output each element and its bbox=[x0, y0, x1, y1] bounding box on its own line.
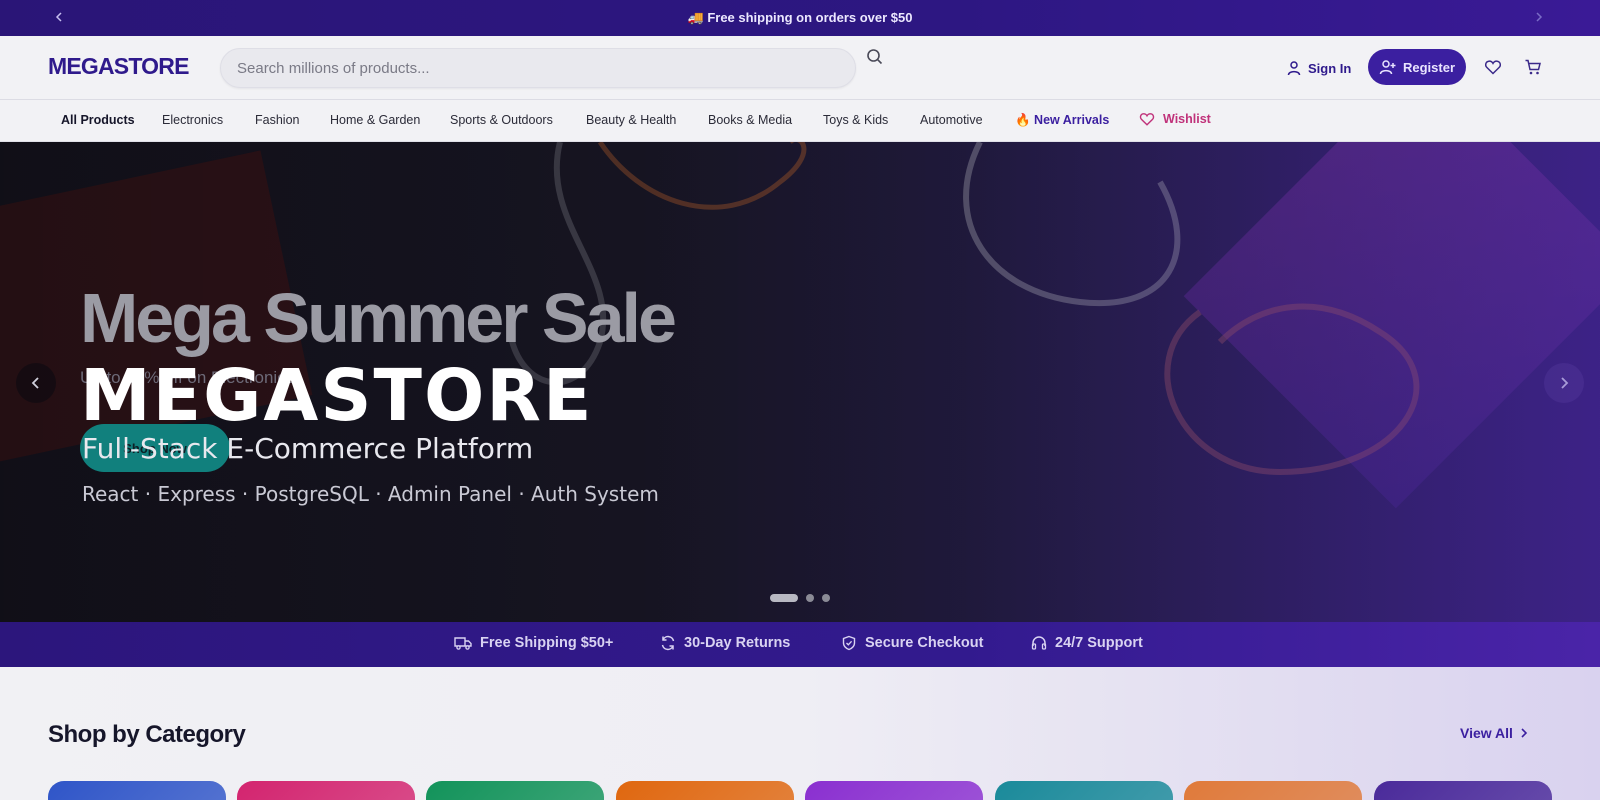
nav-item-home-garden[interactable]: Home & Garden bbox=[330, 113, 420, 127]
category-card[interactable] bbox=[48, 781, 226, 800]
nav-item-toys-kids[interactable]: Toys & Kids bbox=[823, 113, 888, 127]
slide-dot[interactable] bbox=[822, 594, 830, 602]
chevron-left-icon[interactable] bbox=[50, 9, 68, 27]
feature-label: Secure Checkout bbox=[865, 635, 984, 651]
sign-in-label: Sign In bbox=[1308, 60, 1352, 76]
user-plus-icon bbox=[1379, 60, 1396, 75]
search-icon[interactable] bbox=[866, 48, 886, 68]
feature-label: 30-Day Returns bbox=[684, 635, 791, 651]
nav-item-new-arrivals[interactable]: 🔥 New Arrivals bbox=[1015, 113, 1109, 128]
view-all-label: View All bbox=[1460, 725, 1513, 741]
heart-icon[interactable] bbox=[1484, 58, 1504, 78]
section-title: Shop by Category bbox=[48, 721, 246, 748]
hero-prev-button[interactable] bbox=[16, 363, 56, 403]
slide-dot[interactable] bbox=[806, 594, 814, 602]
nav-item-all-products[interactable]: All Products bbox=[61, 113, 135, 127]
feature-label: Free Shipping $50+ bbox=[480, 635, 614, 651]
search-bar bbox=[220, 48, 856, 88]
nav-item-wishlist[interactable]: Wishlist bbox=[1139, 111, 1211, 127]
wishlist-label: Wishlist bbox=[1163, 112, 1211, 126]
features-strip: Free Shipping $50+ 30-Day Returns Secure… bbox=[0, 622, 1600, 667]
announcement-text: 🚚 Free shipping on orders over $50 bbox=[687, 10, 913, 25]
user-icon bbox=[1287, 61, 1301, 76]
chevron-right-icon[interactable] bbox=[1530, 9, 1548, 27]
category-card[interactable] bbox=[426, 781, 604, 800]
chevron-right-icon bbox=[1561, 377, 1569, 389]
hero-tech-stack: React · Express · PostgreSQL · Admin Pan… bbox=[82, 482, 659, 506]
shield-icon bbox=[842, 635, 856, 651]
category-card[interactable] bbox=[805, 781, 983, 800]
site-header: MEGASTORE Sign In Register bbox=[0, 36, 1600, 100]
hero-slide-title: Mega Summer Sale bbox=[80, 279, 677, 357]
slide-indicators bbox=[770, 594, 830, 602]
category-nav: All Products Electronics Fashion Home & … bbox=[0, 100, 1600, 142]
category-card[interactable] bbox=[616, 781, 794, 800]
hero-brand-title: MEGASTORE bbox=[80, 354, 594, 437]
category-card[interactable] bbox=[1184, 781, 1362, 800]
register-button[interactable]: Register bbox=[1368, 49, 1466, 85]
nav-item-electronics[interactable]: Electronics bbox=[162, 113, 223, 127]
feature-secure-checkout: Secure Checkout bbox=[841, 635, 983, 651]
headphones-icon bbox=[1031, 636, 1047, 650]
nav-item-fashion[interactable]: Fashion bbox=[255, 113, 299, 127]
heart-icon bbox=[1139, 113, 1155, 126]
truck-icon bbox=[454, 637, 472, 650]
sign-in-link[interactable]: Sign In bbox=[1286, 57, 1351, 79]
nav-item-beauty-health[interactable]: Beauty & Health bbox=[586, 113, 676, 127]
view-all-link[interactable]: View All bbox=[1460, 725, 1529, 741]
slide-dot[interactable] bbox=[770, 594, 798, 602]
hero-next-button[interactable] bbox=[1544, 363, 1584, 403]
category-card[interactable] bbox=[995, 781, 1173, 800]
chevron-left-icon bbox=[31, 377, 39, 389]
feature-free-shipping: Free Shipping $50+ bbox=[454, 635, 613, 651]
feature-label: 24/7 Support bbox=[1055, 635, 1143, 651]
hero-banner: Mega Summer Sale Up to 50% off on Electr… bbox=[0, 142, 1600, 622]
announcement-bar: 🚚 Free shipping on orders over $50 bbox=[0, 0, 1600, 36]
site-logo[interactable]: MEGASTORE bbox=[48, 53, 189, 80]
nav-item-automotive[interactable]: Automotive bbox=[920, 113, 983, 127]
category-card[interactable] bbox=[1374, 781, 1552, 800]
feature-support: 24/7 Support bbox=[1031, 635, 1143, 651]
shop-by-category-section: Shop by Category View All bbox=[0, 667, 1600, 800]
feature-returns: 30-Day Returns bbox=[660, 635, 790, 651]
hero-tagline: Full-Stack E-Commerce Platform bbox=[82, 432, 534, 465]
category-card[interactable] bbox=[237, 781, 415, 800]
nav-item-sports-outdoors[interactable]: Sports & Outdoors bbox=[450, 113, 553, 127]
register-label: Register bbox=[1402, 59, 1456, 75]
refresh-icon bbox=[661, 635, 675, 651]
chevron-right-icon bbox=[1521, 728, 1528, 738]
search-input[interactable] bbox=[237, 49, 797, 87]
nav-item-books-media[interactable]: Books & Media bbox=[708, 113, 792, 127]
cart-icon[interactable] bbox=[1524, 58, 1544, 78]
